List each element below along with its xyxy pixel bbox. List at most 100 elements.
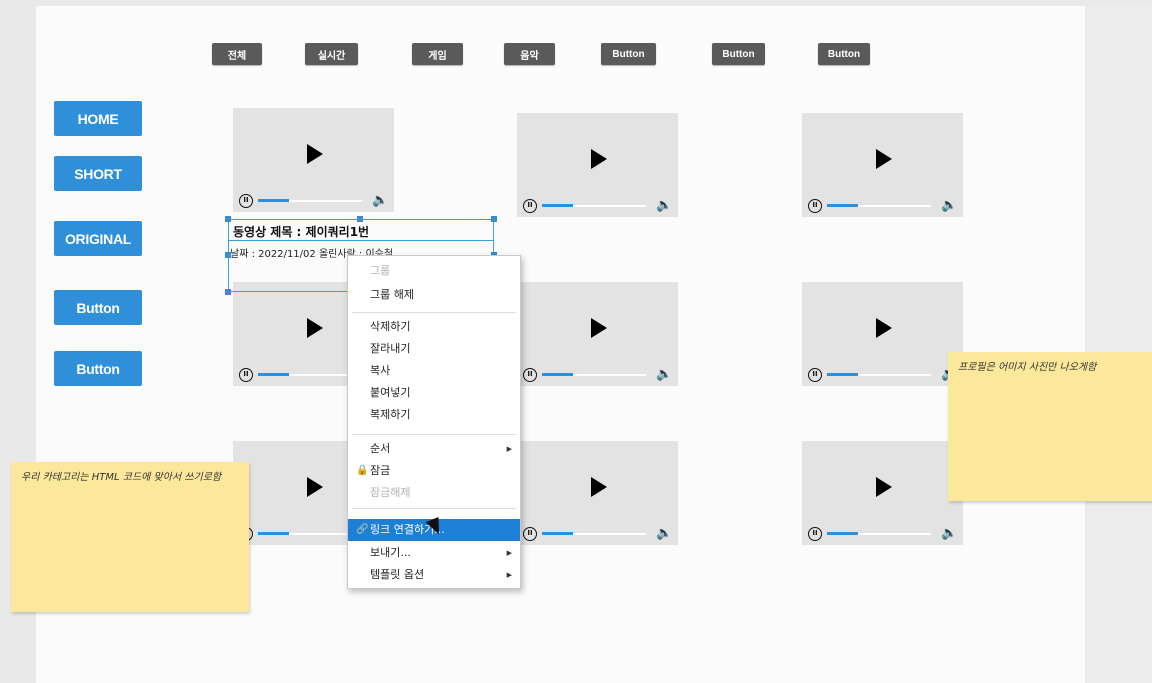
resize-handle[interactable]: [225, 216, 231, 222]
player-controls: II 🔈: [517, 523, 678, 545]
resize-handle[interactable]: [225, 252, 231, 258]
menu-item-label: 복사: [370, 364, 391, 377]
volume-icon[interactable]: 🔈: [941, 198, 957, 213]
menu-item[interactable]: 붙여넣기: [348, 382, 520, 404]
menu-item: 잠금해제: [348, 482, 520, 504]
category-button-3[interactable]: Button: [818, 43, 870, 65]
menu-item[interactable]: 그룹 해제: [348, 284, 520, 306]
pause-icon[interactable]: II: [523, 368, 537, 382]
volume-icon[interactable]: 🔈: [656, 526, 672, 541]
progress-fill: [827, 532, 858, 535]
menu-item-label: 삭제하기: [370, 320, 411, 333]
pause-icon[interactable]: II: [239, 368, 253, 382]
right-panel: [1085, 6, 1152, 683]
pause-icon[interactable]: II: [239, 194, 253, 208]
pause-icon[interactable]: II: [808, 527, 822, 541]
video-card[interactable]: II 🔈: [802, 441, 963, 545]
pause-icon[interactable]: II: [523, 527, 537, 541]
workspace: 전체 실시간 게임 음악 Button Button Button HOME S…: [0, 0, 1152, 683]
menu-item-label: 보내기...: [370, 546, 411, 559]
play-icon[interactable]: [591, 318, 607, 338]
video-card[interactable]: II 🔈: [517, 113, 678, 217]
video-card[interactable]: II 🔈: [517, 282, 678, 386]
play-icon[interactable]: [591, 149, 607, 169]
submenu-arrow-icon: ▶: [506, 445, 512, 453]
nav-button-4[interactable]: Button: [54, 290, 142, 325]
play-icon[interactable]: [591, 477, 607, 497]
nav-original-button[interactable]: ORIGINAL: [54, 221, 142, 256]
menu-item-label: 잠금해제: [370, 486, 411, 499]
menu-item[interactable]: 복제하기: [348, 404, 520, 426]
play-icon[interactable]: [876, 477, 892, 497]
video-card[interactable]: II 🔈: [802, 113, 963, 217]
resize-handle[interactable]: [225, 289, 231, 295]
progress-fill: [258, 373, 289, 376]
volume-icon[interactable]: 🔈: [656, 367, 672, 382]
lock-icon: 🔒: [356, 465, 369, 476]
pause-icon[interactable]: II: [523, 199, 537, 213]
video-card[interactable]: II 🔈: [233, 108, 394, 212]
video-card[interactable]: II 🔈: [517, 441, 678, 545]
menu-item-label: 복제하기: [370, 408, 411, 421]
sticky-note-right[interactable]: 프로필은 어미지 사진만 나오게함: [948, 352, 1152, 501]
video-card[interactable]: II🔈: [802, 282, 963, 386]
menu-item[interactable]: 보내기... ▶: [348, 542, 520, 564]
menu-separator: [352, 508, 516, 509]
progress-fill: [542, 532, 573, 535]
sticky-note-left[interactable]: 우리 카테고리는 HTML 코드에 맞아서 쓰기로함: [11, 462, 249, 612]
menu-item: 그룹: [348, 260, 520, 282]
resize-handle[interactable]: [357, 216, 363, 222]
play-icon[interactable]: [876, 318, 892, 338]
link-icon: 🔗: [356, 524, 369, 535]
resize-handle[interactable]: [491, 216, 497, 222]
video-title-text[interactable]: 동영상 제목 : 제이쿼리1번: [228, 219, 494, 241]
player-controls: II 🔈: [802, 523, 963, 545]
player-controls: II 🔈: [517, 364, 678, 386]
menu-item-label: 잘라내기: [370, 342, 411, 355]
menu-item[interactable]: 복사: [348, 360, 520, 382]
player-controls: II🔈: [802, 364, 963, 386]
menu-item-label: 그룹: [370, 264, 391, 277]
category-all[interactable]: 전체: [212, 43, 262, 65]
progress-fill: [258, 532, 289, 535]
menu-separator: [352, 312, 516, 313]
player-controls: II 🔈: [517, 195, 678, 217]
play-icon[interactable]: [876, 149, 892, 169]
volume-icon[interactable]: 🔈: [941, 526, 957, 541]
menu-item-label: 그룹 해제: [370, 288, 414, 301]
category-live[interactable]: 실시간: [305, 43, 358, 65]
menu-item[interactable]: 템플릿 옵션 ▶: [348, 564, 520, 586]
volume-icon[interactable]: 🔈: [372, 193, 388, 208]
menu-item[interactable]: 삭제하기: [348, 316, 520, 338]
submenu-arrow-icon: ▶: [506, 571, 512, 579]
category-music[interactable]: 음악: [504, 43, 555, 65]
progress-fill: [827, 204, 858, 207]
volume-icon[interactable]: 🔈: [656, 198, 672, 213]
menu-item[interactable]: 순서 ▶: [348, 438, 520, 460]
pause-icon[interactable]: II: [808, 368, 822, 382]
progress-fill: [542, 204, 573, 207]
menu-item-label: 템플릿 옵션: [370, 568, 425, 581]
context-menu: 그룹 그룹 해제 삭제하기 잘라내기 복사 붙여넣기 복제하기 순서 ▶ 🔒 잠금 잠금해제 🔗 링크 연…: [347, 255, 521, 589]
category-button-2[interactable]: Button: [712, 43, 765, 65]
player-controls: II 🔈: [233, 190, 394, 212]
nav-home-button[interactable]: HOME: [54, 101, 142, 136]
category-game[interactable]: 게임: [412, 43, 463, 65]
menu-item[interactable]: 🔒 잠금: [348, 460, 520, 482]
play-icon[interactable]: [307, 144, 323, 164]
play-icon[interactable]: [307, 318, 323, 338]
menu-item-label: 잠금: [370, 464, 391, 477]
menu-item-label: 붙여넣기: [370, 386, 411, 399]
menu-item[interactable]: 잘라내기: [348, 338, 520, 360]
nav-short-button[interactable]: SHORT: [54, 156, 142, 191]
menu-separator: [352, 434, 516, 435]
nav-button-5[interactable]: Button: [54, 351, 142, 386]
pause-icon[interactable]: II: [808, 199, 822, 213]
play-icon[interactable]: [307, 477, 323, 497]
menu-item-label: 순서: [370, 442, 391, 455]
progress-fill: [827, 373, 858, 376]
player-controls: II 🔈: [802, 195, 963, 217]
progress-fill: [542, 373, 573, 376]
progress-fill: [258, 199, 289, 202]
category-button-1[interactable]: Button: [601, 43, 656, 65]
